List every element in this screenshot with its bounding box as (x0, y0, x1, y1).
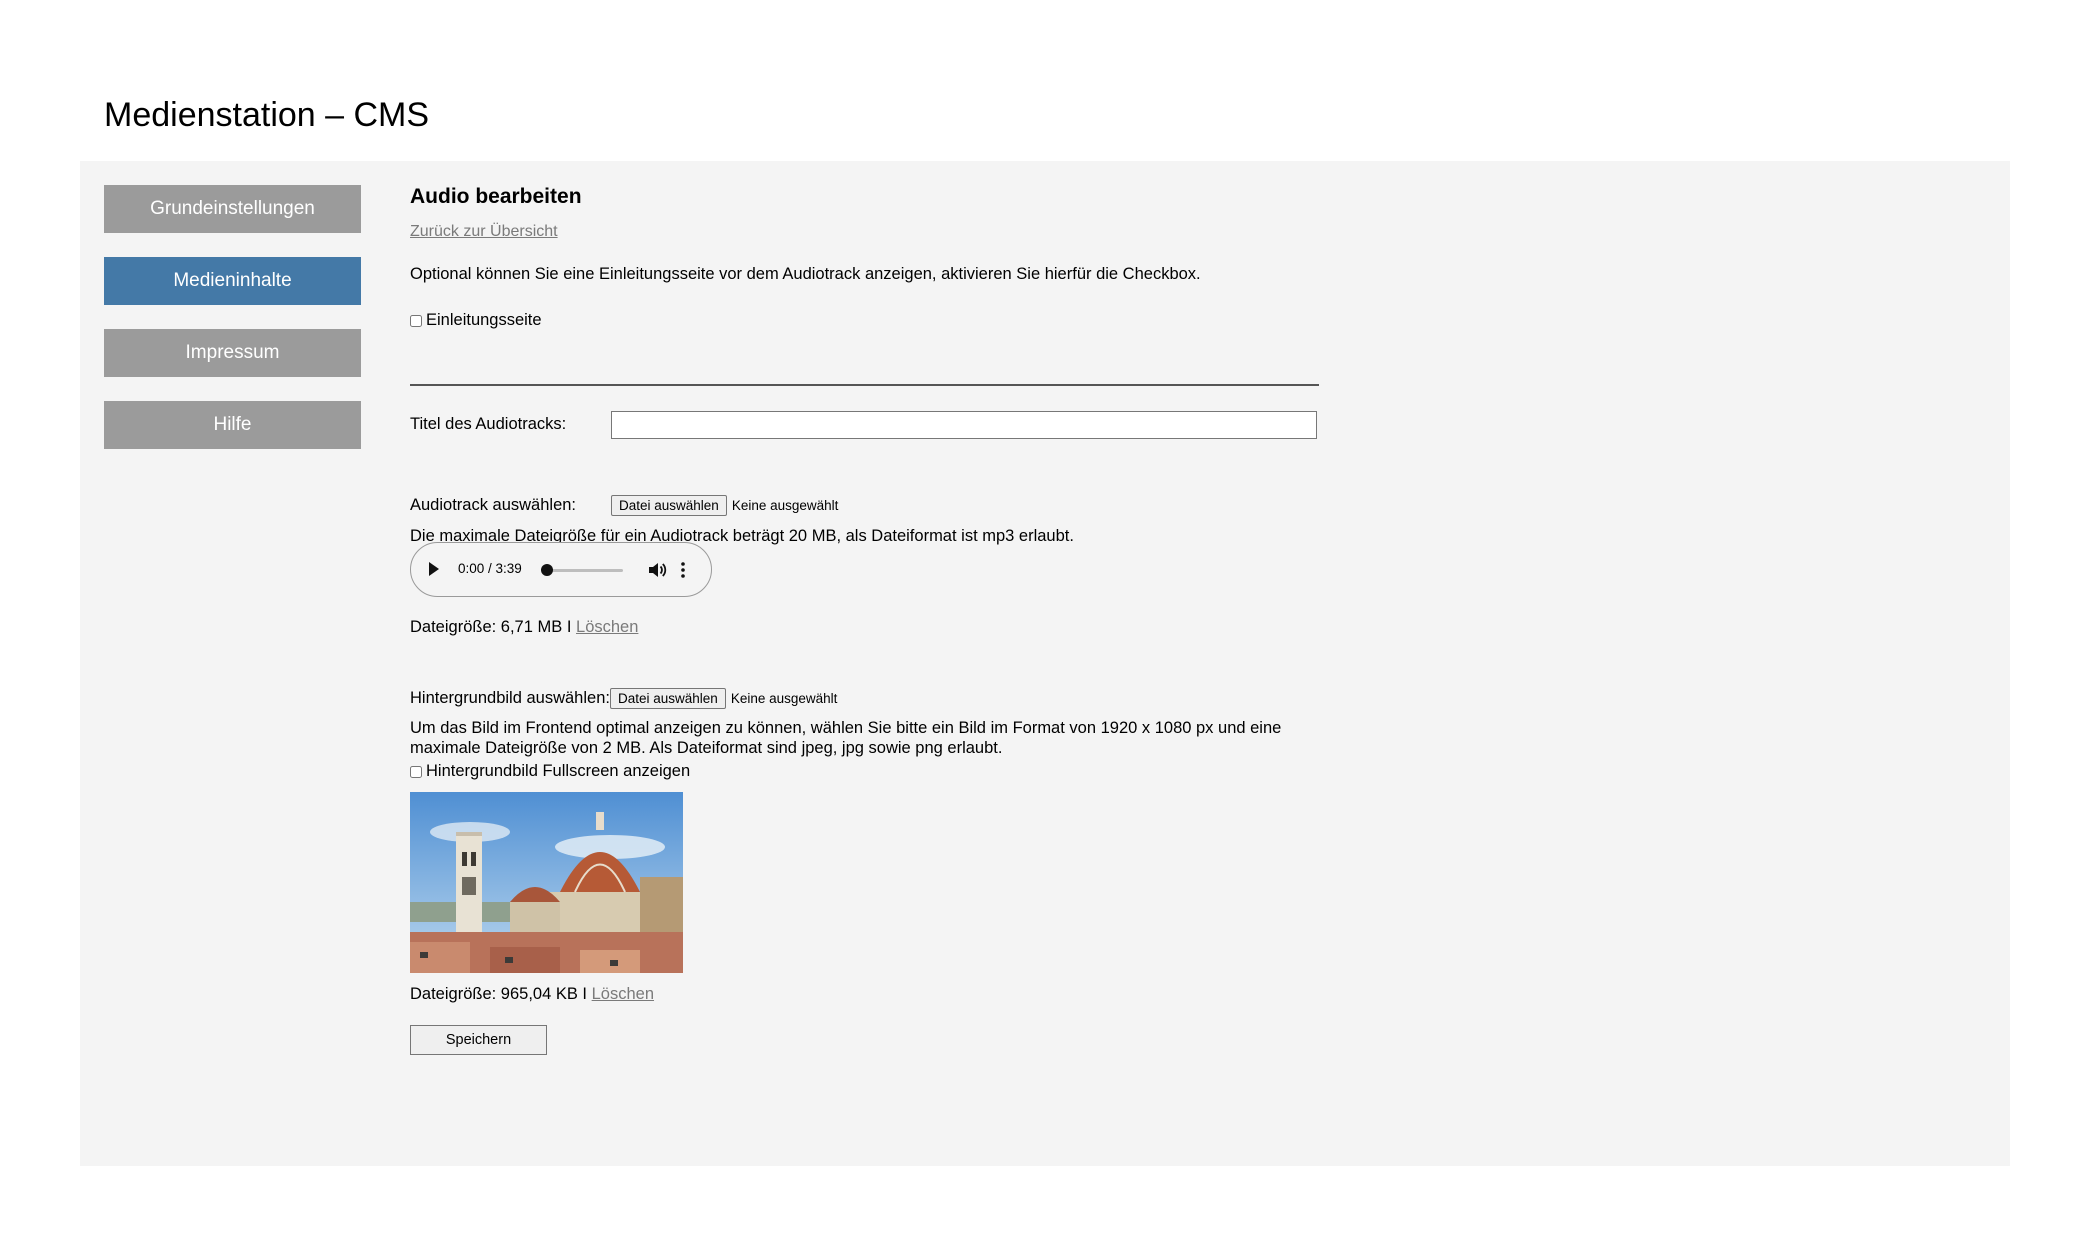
audio-title-input[interactable] (611, 411, 1317, 439)
divider (410, 384, 1319, 386)
audio-player: 0:00 / 3:39 (410, 542, 712, 597)
background-select-label: Hintergrundbild auswählen: (410, 689, 610, 707)
audio-file-info: Dateigröße: 6,71 MB I Löschen (410, 617, 638, 637)
image-delete-link[interactable]: Löschen (592, 985, 654, 1003)
page-heading: Audio bearbeiten (410, 185, 582, 208)
save-button[interactable]: Speichern (410, 1025, 547, 1055)
nav-item-grundeinstellungen[interactable]: Grundeinstellungen (104, 185, 361, 233)
audio-choose-file-button[interactable]: Datei auswählen (611, 495, 727, 516)
audio-delete-link[interactable]: Löschen (576, 618, 638, 636)
back-to-overview-link[interactable]: Zurück zur Übersicht (410, 223, 558, 241)
sidebar-nav: Grundeinstellungen Medieninhalte Impress… (104, 185, 361, 473)
audio-seek-handle[interactable] (541, 564, 553, 576)
background-file-picker: Datei auswählen Keine ausgewählt (610, 688, 837, 709)
app-title: Medienstation – CMS (104, 96, 430, 134)
audio-file-size: Dateigröße: 6,71 MB I (410, 618, 572, 636)
intro-page-checkbox[interactable] (410, 314, 422, 327)
audio-select-label: Audiotrack auswählen: (410, 496, 577, 514)
background-image-preview (410, 792, 683, 973)
nav-item-hilfe[interactable]: Hilfe (104, 401, 361, 449)
main-panel: Grundeinstellungen Medieninhalte Impress… (80, 161, 2010, 1166)
intro-text: Optional können Sie eine Einleitungsseit… (410, 265, 1201, 283)
nav-item-impressum[interactable]: Impressum (104, 329, 361, 377)
background-file-status: Keine ausgewählt (730, 691, 838, 706)
background-hint: Um das Bild im Frontend optimal anzeigen… (410, 719, 1282, 757)
title-field-label: Titel des Audiotracks: (410, 415, 567, 433)
audio-seek-bar[interactable] (543, 569, 623, 572)
play-icon[interactable] (429, 562, 439, 576)
volume-icon[interactable] (647, 560, 667, 580)
audio-file-picker: Datei auswählen Keine ausgewählt (611, 495, 838, 516)
nav-item-medieninhalte[interactable]: Medieninhalte (104, 257, 361, 305)
more-options-icon[interactable] (679, 560, 687, 580)
background-choose-file-button[interactable]: Datei auswählen (610, 688, 726, 709)
image-file-size: Dateigröße: 965,04 KB I (410, 985, 588, 1003)
image-file-info: Dateigröße: 965,04 KB I Löschen (410, 984, 654, 1004)
fullscreen-checkbox-label: Hintergrundbild Fullscreen anzeigen (426, 762, 691, 780)
intro-page-checkbox-label: Einleitungsseite (426, 311, 542, 329)
intro-checkbox-row: Einleitungsseite (410, 311, 542, 330)
audio-file-status: Keine ausgewählt (731, 498, 839, 513)
fullscreen-checkbox-row: Hintergrundbild Fullscreen anzeigen (410, 762, 690, 781)
fullscreen-checkbox[interactable] (410, 765, 422, 778)
audio-time: 0:00 / 3:39 (458, 561, 522, 576)
